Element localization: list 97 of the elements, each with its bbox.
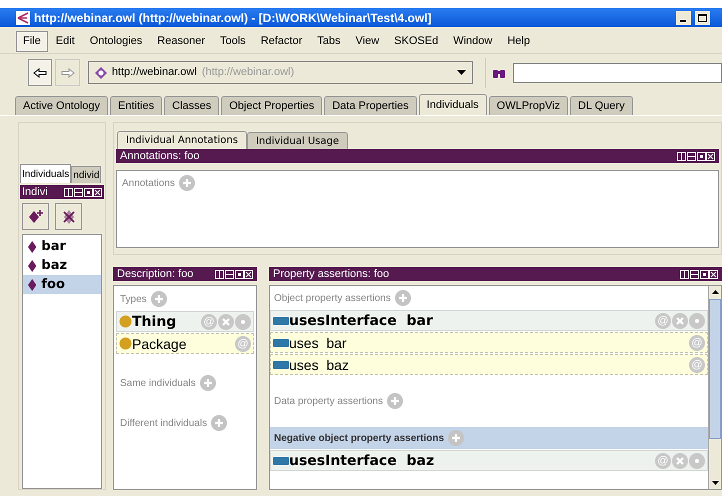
panel-title: Description: foo (117, 268, 194, 280)
assertion-row[interactable]: Package @ (116, 333, 254, 354)
assertion-label: usesInterface bar (289, 314, 434, 328)
property-icon (273, 360, 289, 368)
class-icon (119, 337, 132, 350)
right-arrow-icon (60, 68, 75, 78)
individual-item[interactable]: foo (23, 275, 101, 294)
menu-item[interactable]: Edit (48, 31, 82, 52)
maximize-icon[interactable] (695, 10, 710, 24)
add-icon[interactable] (448, 430, 464, 446)
menu-item[interactable]: View (348, 31, 386, 52)
add-icon[interactable] (211, 415, 228, 431)
section-label: Types (120, 292, 147, 306)
add-icon[interactable] (386, 393, 403, 409)
assertion-label: Package (132, 336, 188, 350)
menu-item[interactable]: Refactor (254, 31, 310, 52)
menu-item[interactable]: Tabs (310, 31, 348, 52)
add-icon[interactable] (178, 175, 195, 191)
section-label: Same individuals (120, 376, 196, 390)
dropdown-caret-icon (456, 70, 466, 75)
delete-individual-icon (60, 208, 76, 224)
edit-icon[interactable] (235, 314, 251, 330)
assertion-label: Thing (132, 314, 178, 328)
add-icon[interactable] (394, 290, 411, 306)
individual-label: foo (41, 276, 65, 294)
individual-icon (28, 240, 36, 252)
view-controls-icon[interactable] (677, 152, 715, 160)
ontology-dropdown[interactable]: http://webinar.owl (http://webinar.owl) (88, 61, 473, 84)
tab[interactable]: Entities (110, 96, 162, 115)
individual-item[interactable]: bar (23, 237, 101, 256)
menu-item[interactable]: Tools (213, 31, 253, 52)
side-tab[interactable]: ndivid (71, 166, 102, 183)
tab[interactable]: Classes (164, 96, 220, 115)
assertion-row[interactable]: usesInterface bar @ (270, 310, 708, 331)
assertion-label: uses baz (289, 358, 350, 372)
tab[interactable]: Individuals (418, 94, 487, 115)
ontology-icon (94, 66, 107, 78)
property-icon (273, 338, 289, 346)
edit-icon[interactable] (689, 452, 705, 468)
section-label: Data property assertions (274, 394, 383, 408)
section-label: Negative object property assertions (274, 432, 444, 446)
individual-icon (28, 278, 36, 290)
section-label: Object property assertions (274, 292, 391, 306)
binoculars-icon (492, 68, 505, 78)
app-icon (16, 10, 30, 24)
menu-item[interactable]: Reasoner (150, 31, 212, 52)
minimize-icon[interactable] (676, 10, 691, 24)
class-icon (119, 315, 132, 328)
edit-icon[interactable] (689, 312, 705, 328)
assertion-label: usesInterface baz (289, 454, 436, 468)
panel-title: Property assertions: foo (273, 268, 390, 280)
individual-label: bar (41, 238, 66, 256)
menu-item[interactable]: File (16, 31, 48, 52)
individual-label: baz (41, 256, 68, 275)
tab[interactable]: Object Properties (221, 96, 322, 115)
menu-item[interactable]: Ontologies (82, 31, 150, 52)
delete-icon[interactable] (672, 452, 688, 468)
individual-item[interactable]: baz (23, 256, 101, 275)
view-controls-icon[interactable] (680, 270, 718, 278)
tab[interactable]: Active Ontology (15, 96, 108, 115)
delete-icon[interactable] (218, 314, 234, 330)
menu-item[interactable]: Window (446, 31, 500, 52)
tab[interactable]: Individual Usage (246, 132, 348, 149)
panel-title: Indivi (22, 186, 48, 198)
back-button[interactable] (28, 59, 52, 86)
assertion-row[interactable]: uses bar @ (270, 332, 708, 353)
section-label: Annotations (122, 176, 175, 190)
property-icon (273, 456, 289, 464)
ontology-address: http://webinar.owl (112, 65, 197, 80)
assertion-row[interactable]: Thing @ (116, 311, 254, 332)
assertion-row[interactable]: usesInterface baz @ (270, 450, 708, 471)
add-icon[interactable] (200, 375, 216, 391)
property-icon (273, 316, 289, 324)
menu-item[interactable]: Help (500, 31, 537, 52)
view-controls-icon[interactable] (64, 188, 102, 196)
individual-icon (28, 260, 36, 272)
search-field[interactable] (512, 62, 722, 82)
add-individual-icon (28, 208, 44, 224)
tab[interactable]: Data Properties (324, 96, 417, 115)
delete-icon[interactable] (672, 312, 688, 328)
tab[interactable]: OWLPropViz (488, 96, 568, 115)
window-title: http://webinar.owl (http://webinar.owl) - [D:\WORK\Webinar\Test\4.owl] (34, 10, 433, 26)
view-controls-icon[interactable] (215, 270, 253, 278)
side-tab[interactable]: Individuals (20, 164, 72, 183)
assertion-row[interactable]: uses baz @ (270, 354, 708, 375)
add-icon[interactable] (150, 291, 167, 307)
tab[interactable]: DL Query (570, 96, 633, 115)
scrollbar[interactable] (708, 286, 721, 489)
add-individual-button[interactable] (22, 203, 49, 230)
section-label: Different individuals (120, 416, 208, 430)
panel-title: Annotations: foo (120, 150, 200, 162)
delete-individual-button[interactable] (55, 203, 82, 230)
tab[interactable]: Individual Annotations (117, 131, 247, 149)
assertion-label: uses bar (289, 336, 348, 350)
left-arrow-icon (33, 68, 48, 78)
ontology-address-detail: (http://webinar.owl) (202, 65, 296, 80)
menu-item[interactable]: SKOSEd (387, 31, 446, 52)
